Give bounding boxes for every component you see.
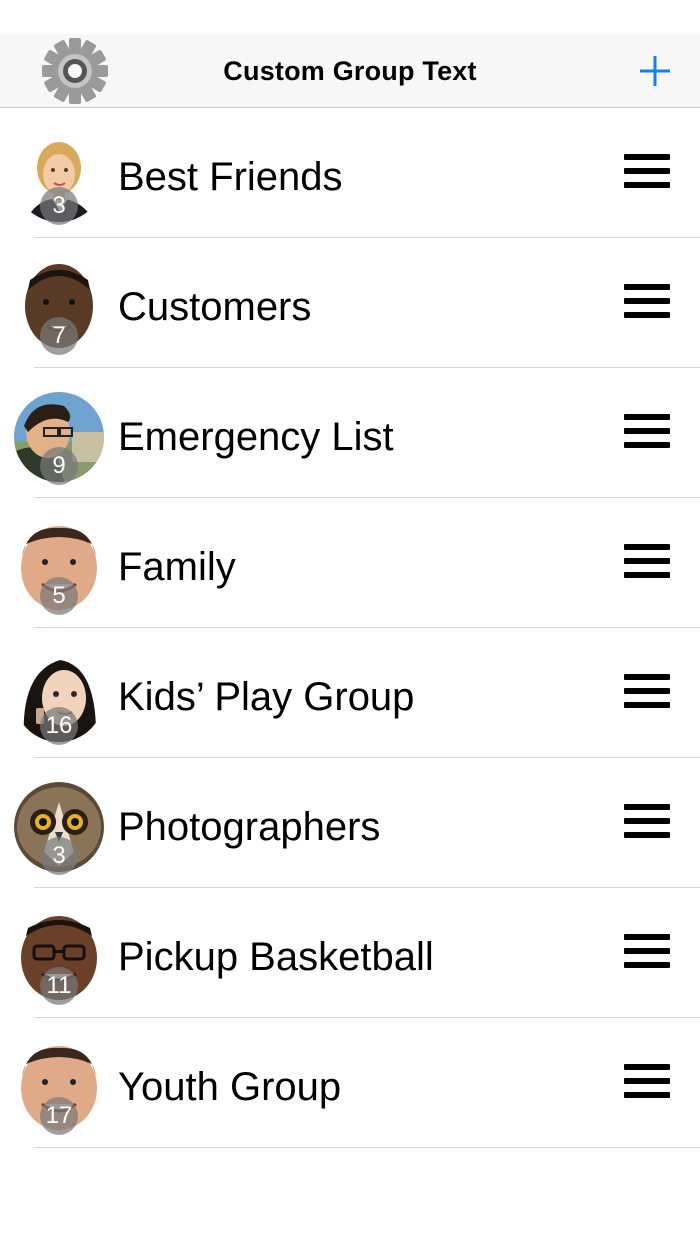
member-count-badge: 5 — [40, 577, 78, 615]
list-item[interactable]: 3 Photographers — [0, 758, 700, 888]
reorder-handle-icon[interactable] — [624, 154, 670, 188]
list-item[interactable]: 9 Emergency List — [0, 368, 700, 498]
group-name: Emergency List — [118, 415, 394, 459]
list-item[interactable]: 3 Best Friends — [0, 108, 700, 238]
page-title: Custom Group Text — [223, 56, 477, 86]
list-item[interactable]: 11 Pickup Basketball — [0, 888, 700, 1018]
member-count-badge: 3 — [40, 837, 78, 875]
member-count-badge: 7 — [40, 317, 78, 355]
member-count-badge: 3 — [40, 187, 78, 225]
group-name: Youth Group — [118, 1065, 342, 1109]
list-item[interactable]: 5 Family — [0, 498, 700, 628]
member-count-badge: 9 — [40, 447, 78, 485]
reorder-handle-icon[interactable] — [624, 544, 670, 578]
reorder-handle-icon[interactable] — [624, 284, 670, 318]
member-count-badge: 11 — [40, 967, 78, 1005]
group-list: 3 Best Friends 7 Customers 9 Emergency L… — [0, 108, 700, 1148]
add-group-button[interactable] — [638, 54, 672, 88]
group-name: Customers — [118, 285, 312, 329]
reorder-handle-icon[interactable] — [624, 1064, 670, 1098]
status-bar — [0, 0, 700, 34]
list-item[interactable]: 17 Youth Group — [0, 1018, 700, 1148]
navigation-bar: Custom Group Text — [0, 34, 700, 108]
group-name: Pickup Basketball — [118, 935, 434, 979]
group-name: Kids’ Play Group — [118, 675, 415, 719]
reorder-handle-icon[interactable] — [624, 804, 670, 838]
group-name: Family — [118, 545, 236, 589]
reorder-handle-icon[interactable] — [624, 414, 670, 448]
member-count-badge: 16 — [40, 707, 78, 745]
list-item[interactable]: 16 Kids’ Play Group — [0, 628, 700, 758]
reorder-handle-icon[interactable] — [624, 674, 670, 708]
reorder-handle-icon[interactable] — [624, 934, 670, 968]
member-count-badge: 17 — [40, 1097, 78, 1135]
group-name: Photographers — [118, 805, 381, 849]
divider — [34, 1147, 700, 1148]
plus-icon — [640, 56, 670, 86]
list-item[interactable]: 7 Customers — [0, 238, 700, 368]
group-name: Best Friends — [118, 155, 343, 199]
